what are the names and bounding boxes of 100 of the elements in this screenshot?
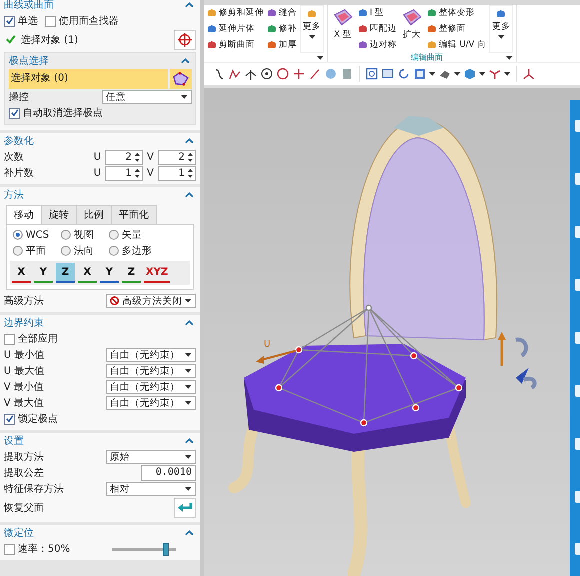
cube-button[interactable] [463, 67, 477, 81]
axis-button[interactable] [244, 67, 258, 81]
dropdown[interactable]: 高级方法关闭 [106, 294, 196, 308]
tab[interactable]: 比例 [76, 205, 112, 224]
tab[interactable]: 旋转 [41, 205, 77, 224]
ribbon-tool[interactable]: 匹配边 [358, 23, 397, 35]
layout-button[interactable] [413, 67, 427, 81]
checkbox[interactable] [9, 108, 20, 118]
more-button[interactable]: 更多 [300, 5, 324, 53]
side-tool-button[interactable] [575, 543, 580, 556]
radio-button[interactable] [13, 230, 23, 240]
circle-button[interactable] [276, 67, 290, 81]
selection-field[interactable]: 选择对象 (0) [9, 69, 168, 89]
tool-icon [207, 24, 217, 34]
surface-icon [333, 9, 353, 27]
zoom-window-button[interactable] [381, 67, 395, 81]
section-title[interactable]: 方法 [4, 188, 24, 202]
radio-button[interactable] [13, 246, 23, 256]
ribbon-tool[interactable]: 修补 [267, 23, 297, 35]
ribbon-tool[interactable]: 加厚 [267, 39, 297, 51]
plus-button[interactable] [292, 67, 306, 81]
triad-button[interactable] [522, 67, 536, 81]
select-pole-button[interactable] [170, 69, 192, 89]
tool-icon [307, 9, 317, 19]
spinner-field[interactable]: 1 [105, 166, 143, 180]
spinner-arrows-icon [188, 152, 193, 162]
checkbox-label: 速率：50% [18, 542, 70, 556]
spinner-field[interactable]: 1 [158, 166, 196, 180]
ribbon-tool[interactable]: 整体变形 [427, 7, 486, 19]
tool-icon [496, 9, 506, 19]
restore-button[interactable] [174, 498, 196, 518]
side-tool-button[interactable] [575, 226, 580, 238]
rotate-button[interactable] [397, 67, 411, 81]
side-tool-button[interactable] [575, 173, 580, 186]
checkbox[interactable] [4, 544, 15, 554]
ribbon-tool[interactable]: I 型 [358, 7, 397, 19]
line-button[interactable] [308, 67, 322, 81]
ribbon-tool[interactable]: X 型 [331, 5, 355, 53]
section-title[interactable]: 边界约束 [4, 316, 44, 330]
axis-button[interactable]: Y [100, 263, 119, 283]
ribbon-tool[interactable]: 修剪和延伸 [207, 7, 264, 19]
tab[interactable]: 平面化 [111, 205, 157, 224]
radio-button[interactable] [109, 230, 119, 240]
axis-button[interactable]: XYZ [144, 263, 170, 283]
ribbon-tool[interactable]: 延伸片体 [207, 23, 264, 35]
field-label: 提取公差 [4, 467, 45, 480]
dropdown[interactable]: 自由（无约束） [106, 380, 196, 394]
axis-button[interactable]: Z [56, 263, 75, 283]
point-circle-button[interactable] [260, 67, 274, 81]
polyline-button[interactable] [228, 67, 242, 81]
radio-button[interactable] [61, 230, 71, 240]
dropdown[interactable]: 自由（无约束） [106, 348, 196, 362]
axis-label: V [146, 168, 155, 178]
side-tool-button[interactable] [575, 279, 580, 292]
slider-thumb[interactable] [163, 542, 170, 556]
checkbox[interactable] [4, 16, 15, 26]
axis-button[interactable]: X [78, 263, 97, 283]
spinner-field[interactable]: 2 [158, 150, 196, 164]
radio-button[interactable] [109, 246, 119, 256]
ribbon-tool[interactable]: 扩大 [400, 5, 424, 53]
section-title[interactable]: 参数化 [4, 134, 34, 148]
section-title[interactable]: 曲线或曲面 [4, 0, 54, 12]
field-label: 次数 [4, 151, 25, 164]
spinner-field[interactable]: 2 [105, 150, 143, 164]
dropdown[interactable]: 任意 [102, 90, 192, 104]
checkbox-label: 锁定极点 [18, 412, 58, 426]
fit-view-button[interactable] [365, 67, 379, 81]
section-title[interactable]: 设置 [4, 434, 24, 448]
ribbon-tool[interactable]: 边对称 [358, 39, 397, 51]
checkbox[interactable] [4, 414, 15, 424]
collapse-icon [185, 530, 194, 536]
dropdown[interactable]: 原始 [106, 450, 196, 464]
dropdown[interactable]: 自由（无约束） [106, 364, 196, 378]
axis-button[interactable]: X [12, 263, 31, 283]
checkbox[interactable] [45, 16, 56, 26]
side-tool-button[interactable] [575, 332, 580, 344]
u-arrow-drawing [256, 350, 296, 364]
side-tool-button[interactable] [575, 120, 580, 132]
ribbon-tool[interactable]: 编辑 U/V 向 [427, 39, 486, 51]
ribbon-tool[interactable]: 剪断曲面 [207, 39, 264, 51]
ribbon-tool[interactable]: 缝合 [267, 7, 297, 19]
number-field[interactable]: 0.0010 [141, 465, 196, 481]
spinner-arrows-icon [135, 168, 140, 178]
collapse-icon [185, 192, 194, 198]
ribbon-tool[interactable]: 整修面 [427, 23, 486, 35]
axis-button[interactable]: Y [34, 263, 53, 283]
dropdown[interactable]: 相对 [106, 482, 196, 496]
radio-label: WCS [26, 230, 50, 240]
checkbox[interactable] [4, 334, 15, 344]
select-point-button[interactable] [174, 30, 196, 50]
tool-icon [267, 24, 277, 34]
more-button[interactable]: 更多 [489, 5, 514, 53]
tab[interactable]: 移动 [6, 205, 42, 224]
side-tool-button[interactable] [575, 490, 580, 503]
side-tool-button[interactable] [575, 438, 580, 450]
dropdown[interactable]: 自由（无约束） [106, 396, 196, 410]
axis-button[interactable]: Z [122, 263, 141, 283]
radio-button[interactable] [61, 246, 71, 256]
side-tool-button[interactable] [575, 384, 580, 397]
section-title[interactable]: 微定位 [4, 526, 34, 540]
